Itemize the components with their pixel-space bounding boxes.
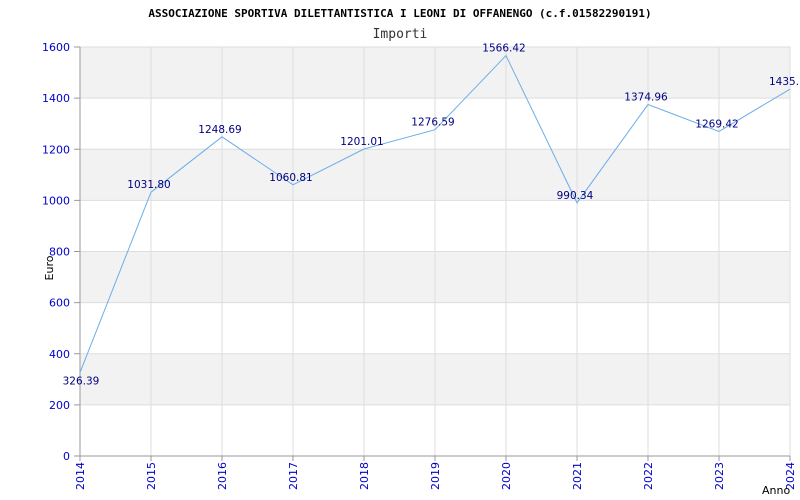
x-tick-label: 2019 <box>429 462 442 490</box>
y-tick-label: 1200 <box>42 143 70 156</box>
x-tick-label: 2022 <box>642 462 655 490</box>
chart-subtitle: Importi <box>373 27 428 42</box>
x-tick-label: 2014 <box>74 462 87 490</box>
y-tick-label: 200 <box>49 399 70 412</box>
data-label: 326.39 <box>63 376 100 388</box>
x-axis-label: Anno <box>762 484 790 497</box>
data-label: 1276.59 <box>411 117 454 129</box>
y-tick-label: 1600 <box>42 41 70 54</box>
x-tick-label: 2021 <box>571 462 584 490</box>
y-axis-label: Euro <box>43 255 56 280</box>
chart-title: ASSOCIAZIONE SPORTIVA DILETTANTISTICA I … <box>148 7 651 20</box>
y-tick-label: 400 <box>49 348 70 361</box>
y-tick-label: 0 <box>63 450 70 463</box>
data-label: 1435.1 <box>769 76 800 88</box>
x-tick-labels: 2014 2015 2016 2017 2018 2019 2020 2021 2022 2023… <box>74 462 797 490</box>
x-tick-label: 2016 <box>216 462 229 490</box>
y-tick-labels: 02004006008001000120014001600 <box>42 41 70 463</box>
x-tick-label: 2017 <box>287 462 300 490</box>
data-label: 1248.69 <box>198 124 241 136</box>
data-label: 1031.80 <box>127 179 170 191</box>
y-tick-label: 1400 <box>42 92 70 105</box>
x-tick-label: 2015 <box>145 462 158 490</box>
data-label: 1060.81 <box>269 172 312 184</box>
data-label: 1566.42 <box>482 43 525 55</box>
line-chart: 02004006008001000120014001600 2014 2015 20… <box>42 7 800 497</box>
data-label: 990.34 <box>557 190 594 202</box>
data-label: 1374.96 <box>624 92 668 104</box>
y-tick-label: 1000 <box>42 194 70 207</box>
data-label: 1201.01 <box>340 136 383 148</box>
data-label: 1269.42 <box>695 119 738 131</box>
x-tick-label: 2020 <box>500 462 513 490</box>
y-tick-label: 600 <box>49 297 70 310</box>
x-tick-label: 2023 <box>713 462 726 490</box>
x-tick-label: 2018 <box>358 462 371 490</box>
